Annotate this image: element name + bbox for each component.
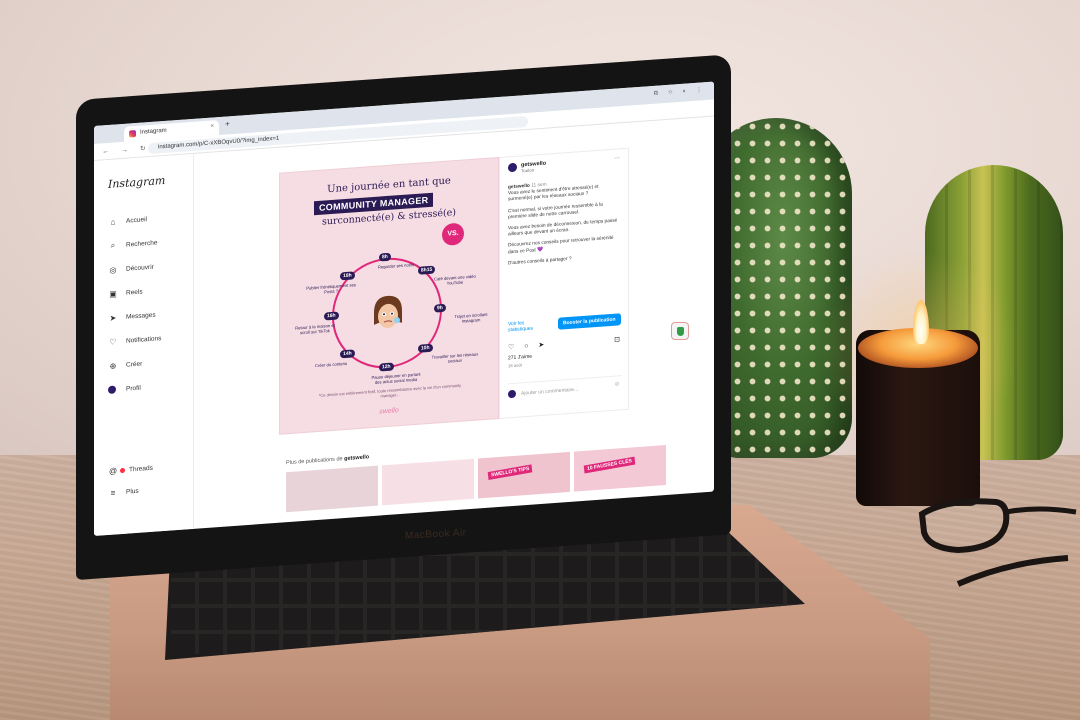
sidebar-item-label: Profil [126, 384, 141, 393]
post-image-brand: swello [379, 407, 399, 416]
more-options-icon[interactable]: ··· [614, 155, 620, 161]
avatar-icon [108, 385, 116, 394]
timeline-time: 12h [379, 362, 394, 372]
notification-badge [120, 467, 125, 473]
instagram-sidebar: Instagram ⌂ Accueil ⌕ Recherche ◎ Découvrir ▣ R… [94, 153, 194, 536]
send-icon: ➤ [109, 312, 117, 323]
sidebar-nav: ⌂ Accueil ⌕ Recherche ◎ Découvrir ▣ Reels ➤ Messa… [108, 206, 161, 402]
vs-badge: VS. [442, 222, 464, 247]
timeline-time: 10h [417, 343, 433, 353]
timeline-caption: Travailler sur les réseaux sociaux [431, 351, 479, 364]
sidebar-item-label: Recherche [126, 238, 158, 249]
thumbnail-tag: SWELLO'S TIPS [487, 464, 533, 481]
post-caption: getswello 11 sem Vous avez le sentiment … [508, 177, 622, 272]
heart-icon: ♡ [109, 336, 117, 347]
boost-post-button[interactable]: Booster la publication [558, 313, 621, 330]
sidebar-item-label: Plus [126, 487, 139, 496]
threads-icon: @ [108, 465, 118, 476]
tab-close-icon[interactable]: × [210, 123, 214, 129]
timeline-time: 16h [324, 311, 339, 321]
sidebar-item-label: Découvrir [126, 263, 154, 273]
post-carousel-image[interactable]: Une journée en tant que COMMUNITY MANAGE… [279, 156, 499, 435]
plus-icon: ⊕ [109, 360, 117, 371]
sidebar-item-label: Messages [126, 311, 156, 321]
compass-icon: ◎ [109, 264, 117, 275]
extensions-icon[interactable]: ⧉ ☆ ◐ ⋮ [654, 86, 706, 98]
sidebar-bottom-nav: @ Threads ≡ Plus [108, 457, 153, 504]
sidebar-item-label: Accueil [126, 215, 147, 225]
emoji-icon[interactable]: ☺ [614, 381, 620, 387]
timeline-time: 8h [379, 252, 391, 262]
timeline-caption: Trajet en scrollant Instagram [454, 311, 488, 324]
eyeglasses [918, 498, 1077, 587]
timeline-time: 18h [340, 271, 355, 281]
shield-extension-icon[interactable] [671, 322, 689, 340]
post-thumbnail[interactable]: SWELLO'S TIPS [478, 451, 570, 499]
timeline-caption: Café devant une vidéo YouTube [433, 273, 476, 286]
account-avatar[interactable] [508, 162, 517, 173]
post-image-title-line1: Une journée en tant que [327, 175, 451, 196]
sidebar-item-profil[interactable]: Profil [108, 374, 161, 402]
post-thumbnail[interactable] [286, 465, 378, 513]
post-thumbnail[interactable]: 10 FAUSSES CLÉS [574, 444, 666, 492]
menu-icon: ≡ [110, 487, 116, 498]
commenter-avatar [508, 389, 516, 399]
sidebar-item-label: Créer [126, 360, 143, 369]
sidebar-item-label: Notifications [126, 334, 162, 345]
timeline-caption: Pause déjeuner en parlant des actus soci… [371, 371, 421, 385]
bookmark-icon[interactable]: ⊡ [614, 335, 620, 343]
stressed-face-illustration [374, 295, 402, 328]
comment-input[interactable]: Ajouter un commentaire... [508, 375, 622, 399]
timeline-nodes: 8h Regarder ses notifs 8h15 Café devant une… [280, 158, 498, 385]
more-posts-prefix: Plus de publications de [286, 456, 343, 467]
post-location[interactable]: Toulon [521, 167, 534, 173]
reels-icon: ▣ [109, 288, 117, 299]
navigation-buttons[interactable]: ← → ↻ [102, 144, 151, 155]
sidebar-item-plus[interactable]: ≡ Plus [108, 479, 153, 504]
view-stats-link[interactable]: Voir les statistiques [508, 318, 548, 333]
timeline-caption: Retour à la maison et scroll sur TikTok [295, 322, 335, 336]
post-action-icons[interactable]: ♡ ○ ➤ [508, 340, 548, 351]
caption-line: D'autres conseils à partager ? [508, 256, 572, 267]
thumbnail-tag: 10 FAUSSES CLÉS [583, 456, 636, 474]
search-icon: ⌕ [110, 240, 116, 250]
timeline-time: 8h15 [417, 265, 436, 275]
comment-placeholder: Ajouter un commentaire... [521, 386, 579, 397]
caption-line: C'est normal, si votre journée ressemble… [508, 202, 603, 221]
instagram-logo[interactable]: Instagram [108, 174, 165, 191]
new-tab-button[interactable]: + [225, 119, 230, 128]
caption-line: Découvrez nos conseils pour retrouver la… [508, 236, 614, 255]
more-posts-account[interactable]: getswello [344, 454, 369, 462]
sidebar-item-label: Reels [126, 288, 143, 297]
timeline-time: 14h [340, 349, 355, 359]
post-thumbnail[interactable] [382, 458, 474, 506]
laptop-screen: Instagram × + ⧉ ☆ ◐ ⋮ ← → ↻ instagram.co… [94, 81, 714, 536]
post-image-footnote: *Ce dessin est entièrement fictif, toute… [318, 382, 462, 399]
sidebar-item-label: Threads [129, 464, 153, 473]
post-details-panel: getswello Toulon ··· getswello 11 sem Vo… [499, 147, 629, 419]
home-icon: ⌂ [110, 216, 116, 227]
tab-title: Instagram [140, 127, 167, 136]
timeline-time: 9h [434, 303, 446, 313]
instagram-favicon-icon [129, 129, 136, 138]
more-posts-label: Plus de publications de getswello [286, 454, 369, 466]
likes-count[interactable]: 271 J'aime [508, 354, 532, 362]
timeline-caption: Créer du contenu [314, 360, 348, 369]
post-header: getswello Toulon [508, 161, 546, 176]
post-date: 16 août [508, 362, 522, 369]
